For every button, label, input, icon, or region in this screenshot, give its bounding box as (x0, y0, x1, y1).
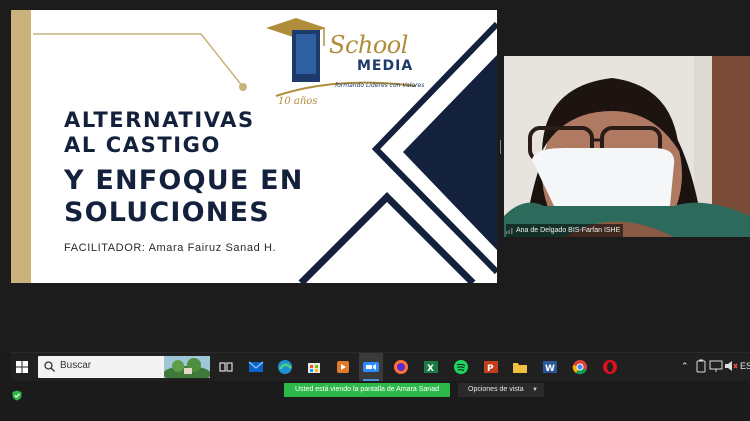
zoom-meeting-area: 10 años School MEDIA formando Líderes co… (0, 0, 750, 352)
spotify-icon[interactable] (452, 358, 470, 376)
zoom-running-indicator (363, 379, 379, 381)
shared-screen-slide: 10 años School MEDIA formando Líderes co… (11, 10, 497, 283)
word-icon[interactable]: W (541, 358, 559, 376)
slide-title-line-3: Y ENFOQUE EN (64, 165, 304, 196)
volume-muted-icon[interactable] (724, 359, 738, 373)
media-player-icon[interactable] (334, 358, 352, 376)
participant-video-feed (504, 56, 750, 237)
shield-check-icon[interactable] (12, 390, 22, 401)
taskbar-search-box[interactable]: Buscar (38, 356, 210, 378)
slide-title-line-1: ALTERNATIVAS (64, 108, 255, 132)
participant-name-label: Ana de Delgado BIS-Farfan ISHE (506, 224, 624, 237)
screen-share-notice: Usted está viendo la pantalla de Amara S… (284, 383, 450, 397)
network-icon[interactable] (709, 359, 723, 373)
opera-icon[interactable] (601, 358, 619, 376)
excel-icon[interactable]: X (422, 358, 440, 376)
store-icon[interactable] (305, 358, 323, 376)
logo-school-text: School (329, 31, 408, 59)
chrome-icon[interactable] (571, 358, 589, 376)
task-view-icon[interactable] (217, 358, 235, 376)
search-icon (44, 361, 55, 372)
file-explorer-icon[interactable] (511, 358, 529, 376)
view-options-button[interactable]: Opciones de vista ▼ (458, 383, 544, 397)
logo-tagline: formando Líderes con Valores (335, 82, 425, 89)
svg-text:X: X (427, 364, 434, 374)
logo-media-text: MEDIA (357, 58, 414, 74)
facilitator-text: FACILITADOR: Amara Fairuz Sanad H. (64, 242, 277, 254)
logo-years-text: 10 años (278, 96, 317, 107)
powerpoint-icon[interactable]: P (482, 358, 500, 376)
windows-taskbar: Buscar X P W ⌃ ES (11, 352, 750, 381)
chevron-up-icon[interactable]: ⌃ (681, 361, 689, 372)
svg-text:P: P (487, 364, 494, 374)
edge-icon[interactable] (276, 358, 294, 376)
search-highlight-illustration (164, 356, 210, 378)
slide-title-line-4: SOLUCIONES (64, 197, 270, 228)
slide-title-line-2: AL CASTIGO (64, 133, 221, 157)
windows-start-icon[interactable] (16, 361, 28, 373)
battery-icon[interactable] (694, 359, 708, 373)
mail-icon[interactable] (247, 358, 265, 376)
chevron-down-icon: ▼ (532, 387, 538, 393)
language-indicator[interactable]: ES (740, 361, 750, 371)
firefox-icon[interactable] (392, 358, 410, 376)
view-options-label: Opciones de vista (468, 386, 524, 393)
search-placeholder: Buscar (60, 360, 92, 371)
participant-video-tile[interactable]: Ana de Delgado BIS-Farfan ISHE (504, 56, 750, 237)
svg-text:W: W (545, 364, 555, 374)
zoom-icon[interactable] (362, 358, 380, 376)
